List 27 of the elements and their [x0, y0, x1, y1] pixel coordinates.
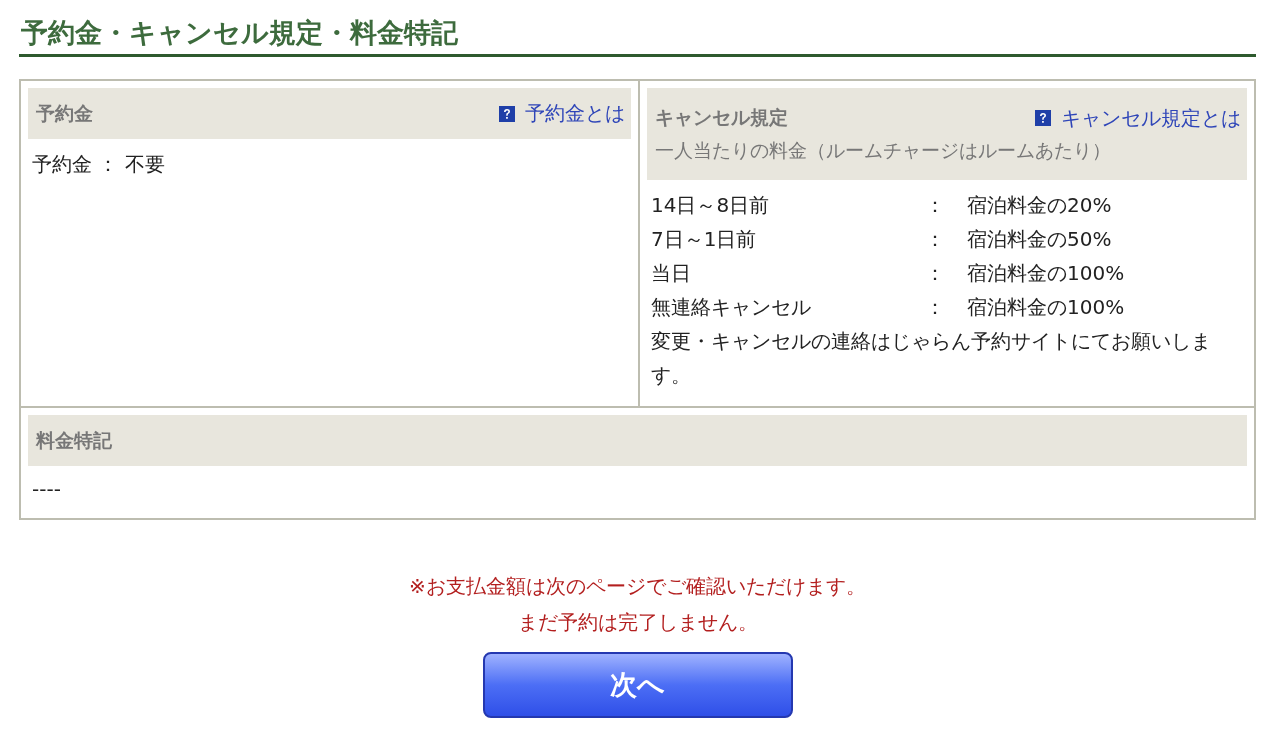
notice-text: ※お支払金額は次のページでご確認いただけます。 [409, 573, 866, 600]
section-title: 予約金・キャンセル規定・料金特記 [19, 14, 1256, 57]
rule-fee: 宿泊料金の100% [967, 294, 1125, 321]
rule-separator: ： [925, 294, 946, 321]
rule-period: 14日～8日前 [651, 192, 771, 219]
rule-fee: 宿泊料金の50% [967, 226, 1112, 253]
deposit-heading: 予約金 [36, 100, 93, 126]
rule-fee: 宿泊料金の20% [967, 192, 1112, 219]
cancel-heading: キャンセル規定 [655, 105, 788, 130]
rule-separator: ： [925, 260, 946, 287]
cancel-note: 変更・キャンセルの連絡はじゃらん予約サイトにてお願いします。 [651, 328, 1212, 389]
next-button[interactable]: 次へ [482, 652, 793, 718]
help-icon [1035, 110, 1051, 126]
rule-separator: ： [925, 192, 946, 219]
rule-period: 当日 [651, 260, 692, 287]
special-text: ---- [32, 477, 61, 501]
help-link[interactable]: 予約金とは [499, 100, 625, 127]
rule-period: 7日～1日前 [651, 226, 758, 253]
cancel-subheading: 一人当たりの料金（ルームチャージはルームあたり） [655, 137, 1112, 163]
special-heading: 料金特記 [36, 427, 112, 453]
help-link[interactable]: キャンセル規定とは [1035, 104, 1241, 132]
rule-period: 無連絡キャンセル [651, 294, 812, 321]
rule-separator: ： [925, 226, 946, 253]
notice-text: まだ予約は完了しません。 [517, 609, 758, 636]
deposit-text: 予約金 ： 不要 [32, 152, 165, 176]
help-icon [499, 105, 515, 122]
rule-fee: 宿泊料金の100% [967, 260, 1125, 287]
